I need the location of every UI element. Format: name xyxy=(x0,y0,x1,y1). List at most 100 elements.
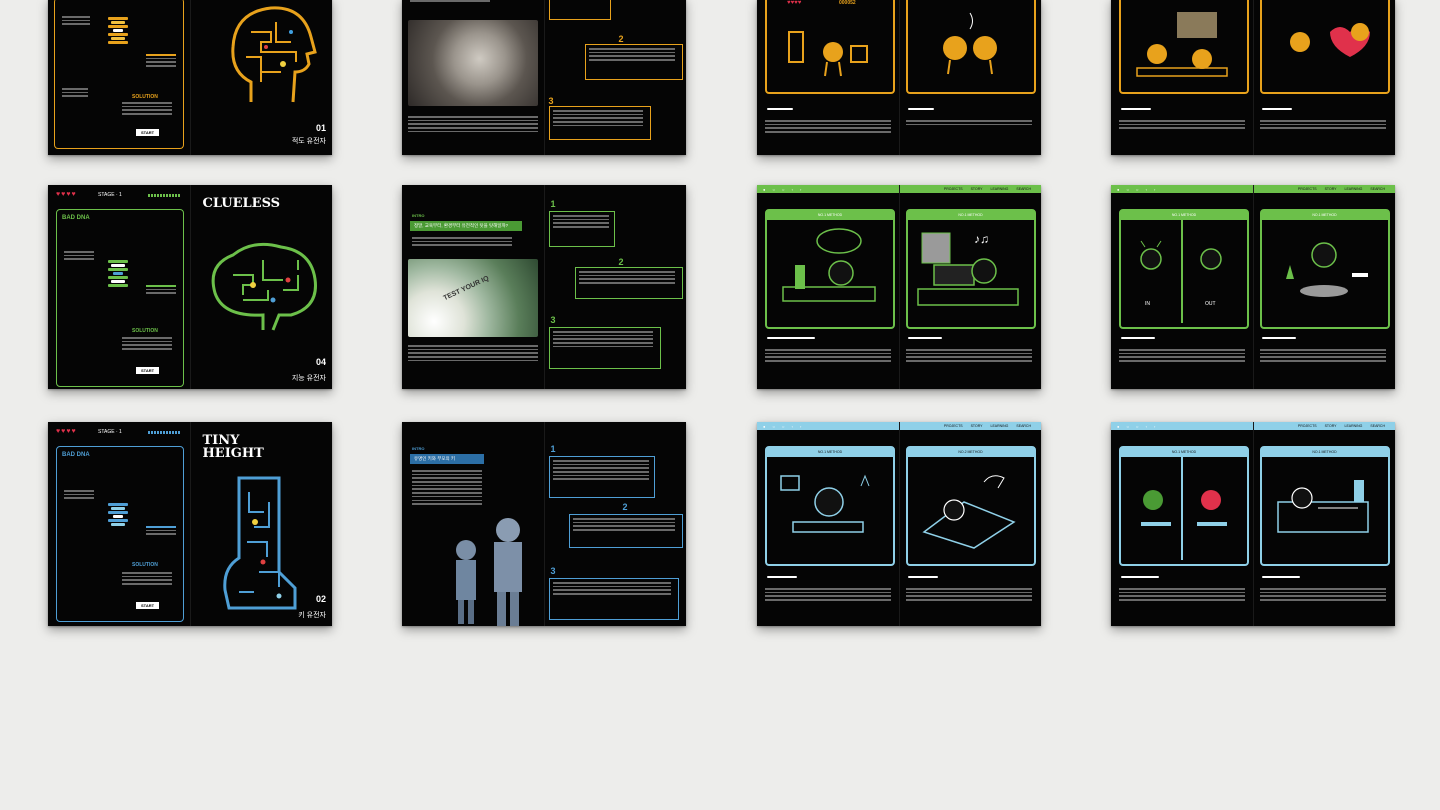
text-block xyxy=(408,345,538,363)
browser-nav: ● ○ ○ ‹ › xyxy=(757,422,899,430)
right-page: CLUELESS 04 지능 유전자 xyxy=(191,185,333,389)
cartoon-characters-icon xyxy=(942,12,997,75)
text-block xyxy=(1119,349,1245,364)
intro-banner: 유명인 키와 부모의 키 xyxy=(410,454,484,464)
cartoon-characters-icon xyxy=(788,31,868,77)
nav-story: STORY xyxy=(1324,424,1337,428)
right-page: 1 2 3 xyxy=(545,185,687,389)
text-block xyxy=(905,349,1032,364)
leg-maze-icon xyxy=(222,476,296,610)
frame-title: NO.1 METHOD xyxy=(767,211,893,220)
text-block xyxy=(410,0,490,4)
cartoon-characters-icon xyxy=(1285,242,1368,297)
frame-title: NO.1 METHOD xyxy=(1121,211,1247,220)
browser-nav: PROJECTS STORY LEARNING SEARCH xyxy=(899,422,1041,430)
nav-learning: LEARNING xyxy=(990,424,1009,428)
text-block xyxy=(588,48,675,63)
nav-search: SEARCH xyxy=(1016,187,1031,191)
cartoon-characters-icon xyxy=(1141,490,1227,526)
left-page: ♥♥♥♥ STAGE · 1 BAD DNA SOLUTION START xyxy=(48,422,191,626)
right-page: PROJECTS STORY LEARNING SEARCH NO.1 METH… xyxy=(899,185,1041,389)
text-block xyxy=(552,460,649,482)
brochure-spread-intro-iq: INTRO 정말, 교육부터, 환경부터 유전적인 탓을 탓해일까? TEST … xyxy=(402,185,686,389)
text-block xyxy=(146,526,176,537)
spread-title: CLUELESS xyxy=(202,196,281,211)
solution-label: SOLUTION xyxy=(132,94,158,100)
score-hearts: ♥♥♥♥ xyxy=(787,0,802,6)
text-block xyxy=(552,582,671,597)
text-block xyxy=(1259,588,1386,603)
brochure-spread-green-comic: ● ○ ○ ‹ › NO.1 METHOD PROJECTS STORY LEA… xyxy=(757,185,1041,389)
browser-nav: ● ○ ○ ‹ › xyxy=(1111,185,1253,193)
text-block xyxy=(552,215,609,230)
head-maze-icon xyxy=(230,6,317,103)
text-block xyxy=(765,349,891,364)
nav-projects: PROJECTS xyxy=(1297,187,1317,191)
text-block xyxy=(905,588,1032,603)
cartoon-characters-icon xyxy=(782,228,876,302)
brain-maze-icon xyxy=(211,242,317,331)
nav-search: SEARCH xyxy=(1370,187,1385,191)
caption-pill xyxy=(767,108,793,110)
caption-pill xyxy=(1121,108,1151,110)
caption-pill xyxy=(1261,108,1292,110)
caption-pill xyxy=(767,576,797,578)
right-page xyxy=(1254,0,1396,155)
text-block xyxy=(62,88,88,99)
start-button: START xyxy=(136,367,160,374)
solution-text xyxy=(122,337,172,352)
left-page: ● ○ ○ ‹ › NO.1 METHOD xyxy=(1111,422,1254,626)
question-number: 2 xyxy=(618,34,624,44)
text-block xyxy=(572,518,675,533)
window-dots-icon: ● ○ ○ ‹ › xyxy=(1117,424,1159,429)
right-page: PROJECTS STORY LEARNING SEARCH NO.2 METH… xyxy=(899,422,1041,626)
info-panel xyxy=(56,209,184,387)
nav-learning: LEARNING xyxy=(1344,424,1363,428)
lives-hearts: ♥♥♥♥ xyxy=(56,191,77,198)
caption-pill xyxy=(1121,576,1159,578)
question-number: 3 xyxy=(550,315,556,325)
left-page: SOLUTION START xyxy=(48,0,191,155)
right-page: 01 적도 유전자 xyxy=(191,0,333,155)
left-page: ♥♥♥♥ STAGE · 1 BAD DNA SOLUTION START xyxy=(48,185,191,389)
right-page: PROJECTS STORY LEARNING SEARCH NO.1 METH… xyxy=(1253,422,1395,626)
gene-number: 04 xyxy=(315,357,326,367)
text-block xyxy=(64,490,94,501)
start-button: START xyxy=(136,602,160,609)
text-block xyxy=(64,251,94,262)
stage-label: STAGE · 1 xyxy=(98,429,122,435)
browser-nav: ● ○ ○ ‹ › xyxy=(757,185,899,193)
cartoon-characters-icon xyxy=(1289,23,1370,57)
frame-title: NO.1 METHOD xyxy=(907,211,1034,220)
mirror-photo xyxy=(408,20,538,106)
bad-dna-label: BAD DNA xyxy=(62,215,90,221)
question-number: 2 xyxy=(622,502,628,512)
text-block xyxy=(905,120,1032,127)
frame-title: NO.1 METHOD xyxy=(1261,448,1388,457)
brochure-spread-intro-height: INTRO 유명인 키와 부모의 키 1 2 3 xyxy=(402,422,686,626)
text-block xyxy=(146,285,176,296)
brochure-spread-green-comic-2: ● ○ ○ ‹ › NO.1 METHOD IN OUT PROJECTS ST… xyxy=(1111,185,1395,389)
solution-label: SOLUTION xyxy=(132,328,158,334)
nav-search: SEARCH xyxy=(1016,424,1031,428)
left-page: ● ○ ○ ‹ › NO.1 METHOD xyxy=(757,185,900,389)
children-photo xyxy=(456,518,522,626)
brochure-spread-gene1: SOLUTION START 01 적도 유전자 xyxy=(48,0,332,155)
question-number: 3 xyxy=(550,566,556,576)
left-page: ● ○ ○ ‹ › NO.1 METHOD IN OUT xyxy=(1111,185,1254,389)
out-label: OUT xyxy=(1205,301,1216,307)
browser-nav: PROJECTS STORY LEARNING SEARCH xyxy=(1253,185,1395,193)
cartoon-characters-icon xyxy=(1276,480,1369,533)
progress-bar xyxy=(148,194,180,197)
brochure-spread-yellow-comic: ♥♥♥♥ 000052 xyxy=(757,0,1041,155)
dna-icon xyxy=(108,502,128,527)
browser-nav: PROJECTS STORY LEARNING SEARCH xyxy=(899,185,1041,193)
text-block xyxy=(412,237,512,248)
progress-bar xyxy=(148,431,180,434)
nav-story: STORY xyxy=(970,424,983,428)
brochure-spread-blue-comic: ● ○ ○ ‹ › NO.1 METHOD PROJECTS STORY LEA… xyxy=(757,422,1041,626)
window-dots-icon: ● ○ ○ ‹ › xyxy=(763,424,805,429)
text-block xyxy=(765,588,891,603)
brochure-spread-blue-comic-2: ● ○ ○ ‹ › NO.1 METHOD PROJECTS STORY LEA… xyxy=(1111,422,1395,626)
gene-name: 지능 유전자 xyxy=(291,375,326,382)
